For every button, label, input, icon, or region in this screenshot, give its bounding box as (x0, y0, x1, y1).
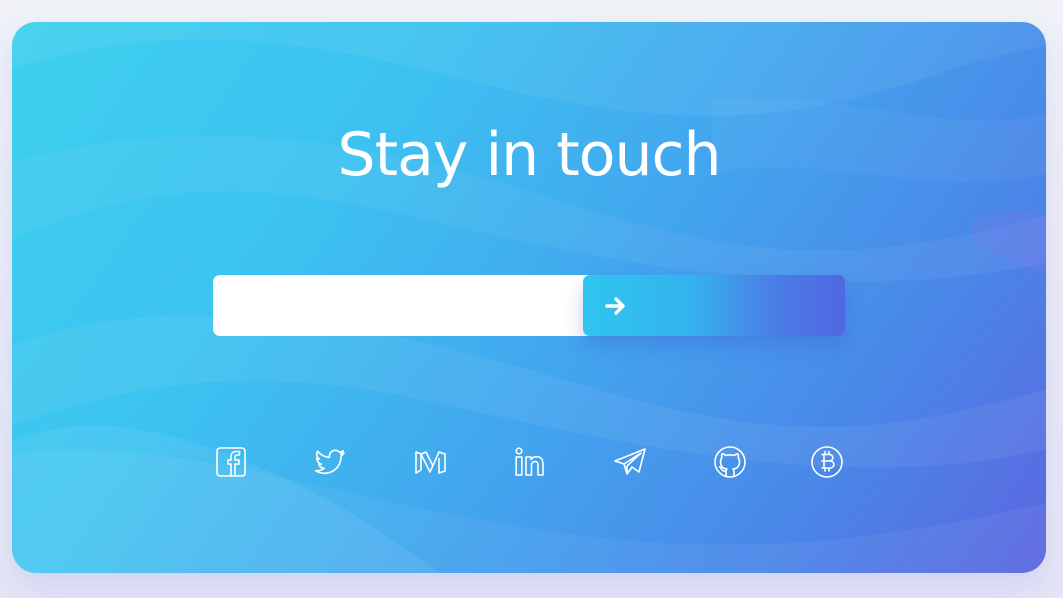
subscribe-form (213, 275, 845, 336)
medium-icon (415, 451, 446, 474)
bitcoin-icon (811, 446, 843, 478)
github-link[interactable] (710, 442, 750, 482)
github-icon (714, 446, 746, 478)
page: Stay in touch (0, 0, 1063, 598)
telegram-icon (614, 448, 646, 475)
twitter-link[interactable] (310, 442, 350, 482)
page-title: Stay in touch (337, 120, 721, 190)
social-links (12, 442, 1046, 482)
medium-link[interactable] (410, 442, 450, 482)
email-input[interactable] (213, 275, 589, 336)
arrow-right-icon (604, 295, 628, 317)
submit-button[interactable] (583, 275, 845, 336)
bitcoin-link[interactable] (807, 442, 847, 482)
facebook-link[interactable] (211, 442, 251, 482)
linkedin-link[interactable] (510, 442, 550, 482)
telegram-link[interactable] (610, 442, 650, 482)
twitter-icon (314, 449, 345, 475)
newsletter-card: Stay in touch (12, 22, 1046, 573)
linkedin-icon (515, 447, 544, 476)
facebook-icon (216, 447, 246, 477)
